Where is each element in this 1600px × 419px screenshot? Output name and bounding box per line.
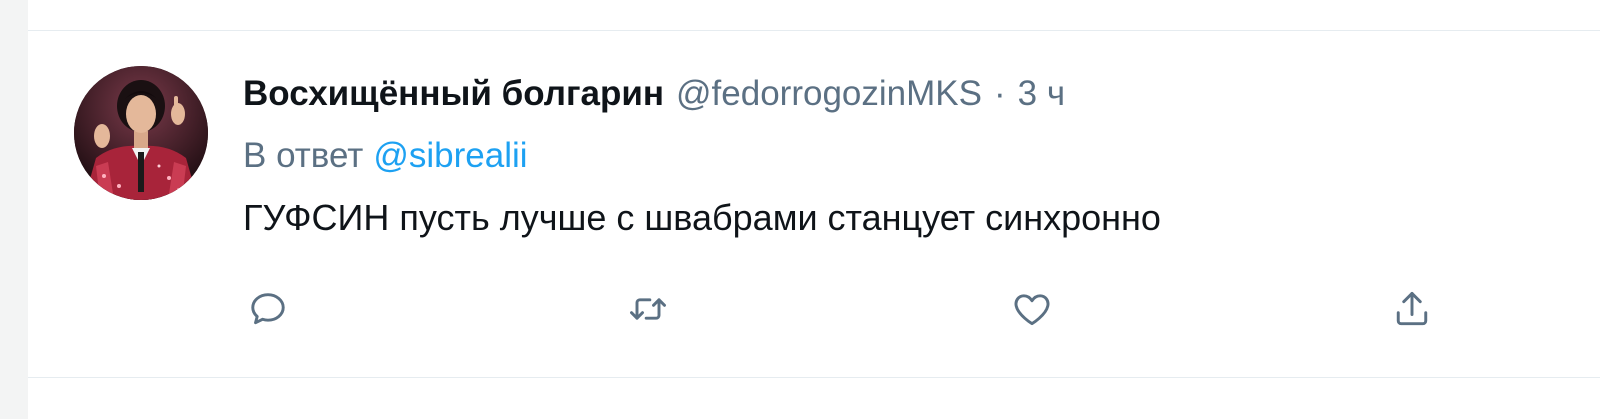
avatar-image xyxy=(74,66,208,200)
retweet-arrows-icon xyxy=(630,298,666,320)
tweet-timestamp[interactable]: 3 ч xyxy=(1018,74,1065,114)
share-button[interactable] xyxy=(1386,283,1438,335)
heart-icon xyxy=(1014,294,1050,326)
avatar[interactable] xyxy=(74,66,208,200)
tweet-text: ГУФСИН пусть лучше с швабрами станцует с… xyxy=(243,197,1161,238)
like-button[interactable] xyxy=(1006,283,1058,335)
speech-bubble-icon xyxy=(251,293,285,325)
share-upload-icon xyxy=(1396,291,1428,326)
tweet-card[interactable]: Восхищённый болгарин @fedorrogozinMKS · … xyxy=(28,0,1600,419)
reply-prefix: В ответ xyxy=(243,136,364,175)
divider-top xyxy=(28,30,1600,31)
retweet-button[interactable] xyxy=(622,283,674,335)
reply-button[interactable] xyxy=(242,283,294,335)
author-display-name[interactable]: Восхищённый болгарин xyxy=(243,74,664,114)
reply-mention-link[interactable]: @sibrealii xyxy=(373,136,527,176)
separator-dot: · xyxy=(993,74,1006,113)
author-handle[interactable]: @fedorrogozinMKS xyxy=(676,74,982,114)
reply-context: В ответ @sibrealii xyxy=(243,132,528,180)
divider-bottom xyxy=(28,377,1600,378)
tweet-header: Восхищённый болгарин @fedorrogozinMKS · … xyxy=(243,70,1065,118)
